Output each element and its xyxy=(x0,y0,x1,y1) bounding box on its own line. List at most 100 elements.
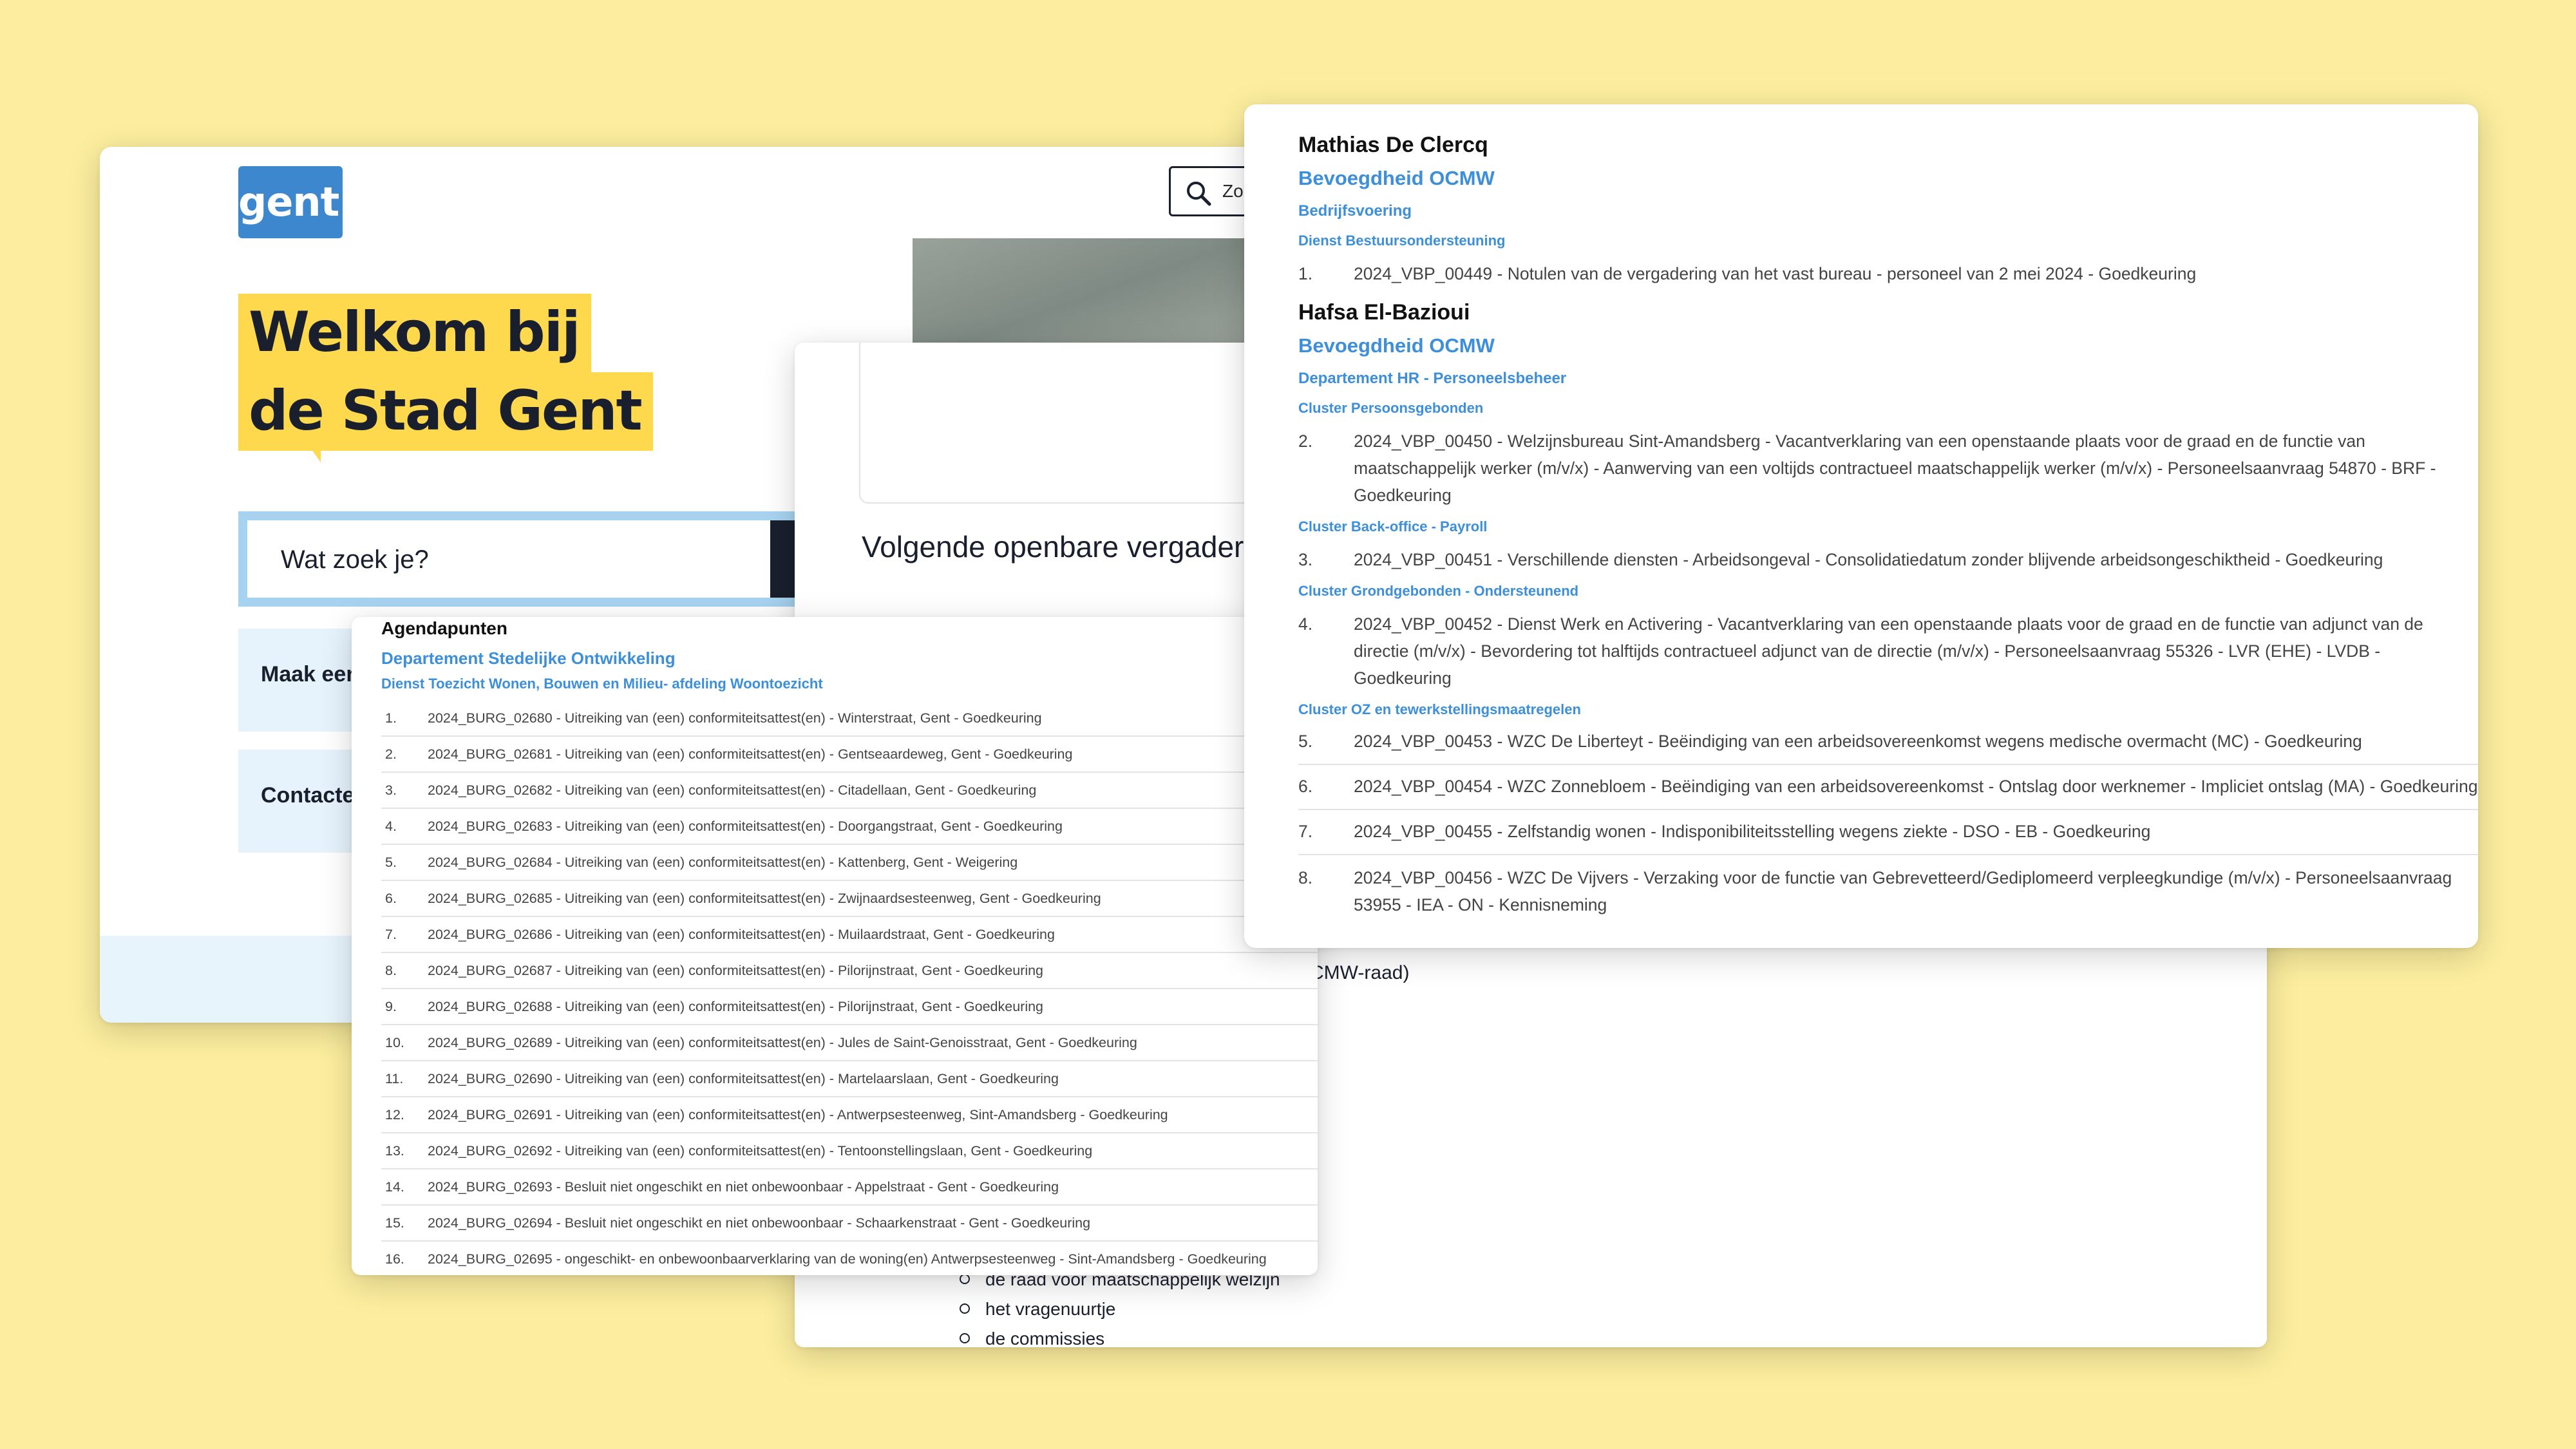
item-number: 1. xyxy=(1298,264,1313,283)
agenda-item[interactable]: 5. 2024_VBP_00453 - WZC De Liberteyt - B… xyxy=(1298,728,2478,765)
item-text: 2024_VBP_00456 - WZC De Vijvers - Verzak… xyxy=(1354,868,2452,914)
row-text: 2024_BURG_02686 - Uitreiking van (een) c… xyxy=(428,927,1055,942)
row-text: 2024_BURG_02688 - Uitreiking van (een) c… xyxy=(428,999,1044,1014)
meetings-heading: Volgende openbare vergaderi xyxy=(862,530,1251,564)
row-text: 2024_BURG_02683 - Uitreiking van (een) c… xyxy=(428,819,1063,834)
item-text: 2024_VBP_00452 - Dienst Werk en Activeri… xyxy=(1354,614,2423,688)
agenda-row[interactable]: 10. 2024_BURG_02689 - Uitreiking van (een… xyxy=(381,1025,1318,1061)
row-number: 16. xyxy=(385,1251,404,1267)
search-button-label: Zo xyxy=(1222,181,1244,201)
row-number: 15. xyxy=(385,1215,404,1231)
cluster-heading[interactable]: Cluster OZ en tewerkstellingsmaatregelen xyxy=(1298,699,2478,720)
row-number: 7. xyxy=(385,927,397,942)
item-number: 6. xyxy=(1298,777,1313,796)
dienst-heading[interactable]: Dienst Bestuursondersteuning xyxy=(1298,231,2478,251)
agenda-row[interactable]: 14. 2024_BURG_02693 - Besluit niet ongesc… xyxy=(381,1170,1318,1206)
search-submit-button[interactable] xyxy=(770,520,796,598)
row-text: 2024_BURG_02680 - Uitreiking van (een) c… xyxy=(428,710,1042,726)
item-text: 2024_VBP_00450 - Welzijnsbureau Sint-Ama… xyxy=(1354,431,2436,505)
agenda-row[interactable]: 4. 2024_BURG_02683 - Uitreiking van (een)… xyxy=(381,809,1318,845)
item-text: 2024_VBP_00451 - Verschillende diensten … xyxy=(1354,550,2383,569)
site-search xyxy=(238,511,805,607)
hero-title-line-1: Welkom bij xyxy=(238,294,591,372)
agenda-item[interactable]: 3. 2024_VBP_00451 - Verschillende dienst… xyxy=(1298,546,2478,573)
department-heading[interactable]: Departement HR - Personeelsbeheer xyxy=(1298,367,2478,390)
hero-title-line-2: de Stad Gent xyxy=(238,372,653,451)
cluster-heading[interactable]: Cluster Back-office - Payroll xyxy=(1298,516,2478,537)
cluster-heading[interactable]: Cluster Persoonsgebonden xyxy=(1298,398,2478,419)
agenda-row[interactable]: 6. 2024_BURG_02685 - Uitreiking van (een)… xyxy=(381,881,1318,917)
row-text: 2024_BURG_02694 - Besluit niet ongeschik… xyxy=(428,1215,1091,1231)
row-number: 5. xyxy=(385,855,397,870)
item-number: 7. xyxy=(1298,822,1313,841)
row-text: 2024_BURG_02693 - Besluit niet ongeschik… xyxy=(428,1179,1059,1195)
row-number: 13. xyxy=(385,1143,404,1159)
item-text: 2024_VBP_00453 - WZC De Liberteyt - Beëi… xyxy=(1354,732,2362,751)
agenda-item[interactable]: 1. 2024_VBP_00449 - Notulen van de verga… xyxy=(1298,260,2478,287)
agenda-item[interactable]: 2. 2024_VBP_00450 - Welzijnsbureau Sint-… xyxy=(1298,428,2478,509)
agenda-item[interactable]: 4. 2024_VBP_00452 - Dienst Werk en Activ… xyxy=(1298,611,2478,692)
agenda-item[interactable]: 8. 2024_VBP_00456 - WZC De Vijvers - Ver… xyxy=(1298,864,2478,918)
row-number: 14. xyxy=(385,1179,404,1195)
row-text: 2024_BURG_02692 - Uitreiking van (een) c… xyxy=(428,1143,1093,1159)
row-text: 2024_BURG_02684 - Uitreiking van (een) c… xyxy=(428,855,1018,870)
speech-bubble-tail xyxy=(303,437,321,462)
row-number: 12. xyxy=(385,1107,404,1122)
agenda-row[interactable]: 1. 2024_BURG_02680 - Uitreiking van (een)… xyxy=(381,701,1318,737)
gent-logo[interactable]: gent: xyxy=(238,166,355,238)
department-heading[interactable]: Bedrijfsvoering xyxy=(1298,200,2478,223)
search-input[interactable] xyxy=(279,520,784,599)
row-number: 4. xyxy=(385,819,397,834)
item-number: 5. xyxy=(1298,732,1313,751)
row-text: 2024_BURG_02690 - Uitreiking van (een) c… xyxy=(428,1071,1059,1086)
person-name: Hafsa El-Bazioui xyxy=(1298,300,1470,325)
row-text: 2024_BURG_02682 - Uitreiking van (een) c… xyxy=(428,782,1037,798)
agenda-row[interactable]: 8. 2024_BURG_02687 - Uitreiking van (een)… xyxy=(381,953,1318,989)
row-text: 2024_BURG_02681 - Uitreiking van (een) c… xyxy=(428,746,1073,762)
agenda-row[interactable]: 7. 2024_BURG_02686 - Uitreiking van (een)… xyxy=(381,917,1318,953)
row-number: 11. xyxy=(385,1071,404,1086)
agenda-title: Agendapunten xyxy=(381,618,507,638)
agenda-row[interactable]: 2. 2024_BURG_02681 - Uitreiking van (een)… xyxy=(381,737,1318,773)
agenda-row[interactable]: 11. 2024_BURG_02690 - Uitreiking van (een… xyxy=(381,1061,1318,1097)
agenda-row[interactable]: 9. 2024_BURG_02688 - Uitreiking van (een)… xyxy=(381,989,1318,1025)
agenda-row[interactable]: 16. 2024_BURG_02695 - ongeschikt- en onbe… xyxy=(381,1242,1318,1275)
agenda-card: Agendapunten Departement Stedelijke Ontw… xyxy=(352,617,1318,1275)
item-number: 4. xyxy=(1298,614,1313,634)
row-text: 2024_BURG_02685 - Uitreiking van (een) c… xyxy=(428,891,1101,906)
agenda-row[interactable]: 3. 2024_BURG_02682 - Uitreiking van (een)… xyxy=(381,773,1318,809)
agenda-item[interactable]: 6. 2024_VBP_00454 - WZC Zonnebloem - Beë… xyxy=(1298,773,2478,810)
item-number: 8. xyxy=(1298,868,1313,887)
row-number: 9. xyxy=(385,999,397,1014)
agenda-dienst[interactable]: Dienst Toezicht Wonen, Bouwen en Milieu-… xyxy=(381,674,1318,694)
agenda-department[interactable]: Departement Stedelijke Ontwikkeling xyxy=(381,647,1318,670)
row-number: 6. xyxy=(385,891,397,906)
person-name: Mathias De Clercq xyxy=(1298,133,1488,157)
row-text: 2024_BURG_02691 - Uitreiking van (een) c… xyxy=(428,1107,1168,1122)
bevoegdheid-heading[interactable]: Bevoegdheid OCMW xyxy=(1298,331,2478,361)
agenda-item[interactable]: 7. 2024_VBP_00455 - Zelfstandig wonen - … xyxy=(1298,818,2478,855)
row-number: 10. xyxy=(385,1035,404,1050)
meeting-type-item[interactable]: de commissies xyxy=(960,1324,1280,1347)
row-number: 3. xyxy=(385,782,397,798)
meeting-type-item[interactable]: het vragenuurtje xyxy=(960,1294,1280,1324)
row-text: 2024_BURG_02695 - ongeschikt- en onbewoo… xyxy=(428,1251,1267,1267)
agenda-row[interactable]: 12. 2024_BURG_02691 - Uitreiking van (een… xyxy=(381,1097,1318,1133)
agenda-row[interactable]: 15. 2024_BURG_02694 - Besluit niet ongesc… xyxy=(381,1206,1318,1242)
bevoegdheid-heading[interactable]: Bevoegdheid OCMW xyxy=(1298,164,2478,193)
hero-title: Welkom bij de Stad Gent xyxy=(238,294,653,462)
row-text: 2024_BURG_02687 - Uitreiking van (een) c… xyxy=(428,963,1044,978)
meetings-snippet: CMW-raad) xyxy=(1310,962,1410,983)
row-number: 8. xyxy=(385,963,397,978)
cluster-heading[interactable]: Cluster Grondgebonden - Ondersteunend xyxy=(1298,581,2478,601)
search-icon xyxy=(1187,182,1211,206)
agenda-row[interactable]: 13. 2024_BURG_02692 - Uitreiking van (een… xyxy=(381,1133,1318,1170)
item-text: 2024_VBP_00449 - Notulen van de vergader… xyxy=(1354,264,2197,283)
agenda-row[interactable]: 5. 2024_BURG_02684 - Uitreiking van (een)… xyxy=(381,845,1318,881)
item-text: 2024_VBP_00454 - WZC Zonnebloem - Beëind… xyxy=(1354,777,2478,796)
row-number: 1. xyxy=(385,710,397,726)
item-number: 3. xyxy=(1298,550,1313,569)
ocmw-card: Mathias De Clercq Bevoegdheid OCMW Bedri… xyxy=(1244,104,2478,948)
row-number: 2. xyxy=(385,746,397,762)
meeting-types-list: de raad voor maatschappelijk welzijn het… xyxy=(960,1265,1280,1347)
